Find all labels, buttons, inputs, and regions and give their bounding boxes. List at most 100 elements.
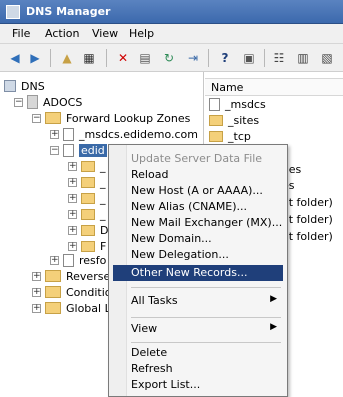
forward-arrow-icon[interactable]: ▶ (26, 49, 44, 67)
folder-icon (81, 176, 95, 188)
list-header[interactable]: Name (205, 78, 343, 96)
delete-icon[interactable]: ✕ (114, 49, 132, 67)
menu-item-new-delegation[interactable]: New Delegation... (113, 247, 283, 263)
tree-server[interactable]: − ADOCS (14, 94, 82, 110)
expand-icon[interactable]: + (32, 287, 41, 297)
tree-child-folder[interactable]: + _ (68, 190, 106, 206)
menu-item-other-new-records[interactable]: Other New Records... (113, 265, 283, 281)
submenu-arrow-icon: ▶ (270, 322, 277, 332)
menu-action[interactable]: Action (45, 27, 79, 40)
collapse-icon[interactable]: − (50, 145, 59, 155)
tree-label: _ (100, 159, 106, 173)
tree-child-folder[interactable]: + D (68, 222, 108, 238)
menu-item-update-server-data-file[interactable]: Update Server Data File (113, 151, 283, 167)
tree-reverse[interactable]: + Reverse (32, 268, 110, 284)
title-bar: DNS Manager (0, 0, 343, 24)
tree-label: _ (100, 191, 106, 205)
folder-icon (81, 192, 95, 204)
dns-manager-icon (6, 5, 20, 19)
menu-item-refresh[interactable]: Refresh (113, 361, 283, 377)
expand-icon[interactable]: + (68, 193, 77, 203)
toolbar-separator (106, 49, 107, 67)
tree-global[interactable]: + Global Lo (32, 300, 117, 316)
tree-label: edid (79, 143, 107, 157)
menu-item-all-tasks[interactable]: All Tasks ▶ (113, 293, 283, 309)
menu-view[interactable]: View (92, 27, 118, 40)
expand-icon[interactable]: + (32, 271, 41, 281)
submenu-arrow-icon: ▶ (270, 294, 277, 304)
menu-item-new-domain[interactable]: New Domain... (113, 231, 283, 247)
folder-icon (209, 130, 223, 142)
toolbar-separator (50, 49, 51, 67)
refresh-icon[interactable]: ↻ (160, 49, 178, 67)
tree-resfo[interactable]: + resfo (50, 252, 106, 268)
collapse-icon[interactable]: − (14, 97, 23, 107)
zone-icon (63, 143, 74, 157)
menu-item-reload[interactable]: Reload (113, 167, 283, 183)
console-icon[interactable]: ▣ (240, 49, 258, 67)
expand-icon[interactable]: + (68, 209, 77, 219)
tree-root-dns[interactable]: DNS (4, 78, 45, 94)
collapse-icon[interactable]: − (32, 113, 41, 123)
tree-label: _ (100, 207, 106, 221)
expand-icon[interactable]: + (32, 303, 41, 313)
details-view-icon[interactable]: ▥ (294, 49, 312, 67)
show-hide-tree-icon[interactable]: ▦ (80, 49, 98, 67)
list-item[interactable]: _sites (209, 112, 259, 128)
menu-item-new-host[interactable]: New Host (A or AAAA)... (113, 183, 283, 199)
export-list-icon[interactable]: ⇥ (184, 49, 202, 67)
folder-icon (45, 112, 61, 124)
menu-separator (131, 342, 281, 343)
server-icon (27, 95, 38, 109)
help-icon[interactable]: ? (216, 49, 234, 67)
zone-icon (209, 97, 220, 111)
list-item[interactable]: _msdcs (209, 96, 266, 112)
list-view-icon[interactable]: ☷ (270, 49, 288, 67)
menu-separator (131, 317, 281, 318)
tree-label: _ (100, 175, 106, 189)
expand-icon[interactable]: + (68, 161, 77, 171)
folder-icon (81, 240, 95, 252)
tree-forward-zones[interactable]: − Forward Lookup Zones (32, 110, 190, 126)
tree-child-folder[interactable]: + _ (68, 174, 106, 190)
zone-icon (63, 127, 74, 141)
expand-icon[interactable]: + (68, 225, 77, 235)
tree-label: Conditio (66, 285, 112, 299)
tree-child-folder[interactable]: + _ (68, 158, 106, 174)
tree-conditional[interactable]: + Conditio (32, 284, 112, 300)
column-name-header[interactable]: Name (211, 81, 243, 94)
dns-icon (4, 80, 16, 92)
menu-file[interactable]: File (12, 27, 30, 40)
expand-icon[interactable]: + (68, 177, 77, 187)
expand-icon[interactable]: + (68, 241, 77, 251)
back-arrow-icon[interactable]: ◀ (6, 49, 24, 67)
tree-child-folder[interactable]: + _ (68, 206, 106, 222)
toolbar-separator (264, 49, 265, 67)
tree-label: Reverse (66, 269, 111, 283)
expand-icon[interactable]: + (50, 255, 59, 265)
expand-icon[interactable]: + (50, 129, 59, 139)
tree-label: ADOCS (43, 95, 83, 109)
menu-help[interactable]: Help (129, 27, 154, 40)
folder-icon (45, 302, 61, 314)
menu-item-view[interactable]: View ▶ (113, 321, 283, 337)
menu-item-new-mail-exchanger[interactable]: New Mail Exchanger (MX)... (113, 215, 283, 231)
folder-icon (45, 270, 61, 282)
window-title: DNS Manager (26, 5, 111, 18)
menu-item-new-alias[interactable]: New Alias (CNAME)... (113, 199, 283, 215)
menu-item-delete[interactable]: Delete (113, 345, 283, 361)
toolbar-separator (208, 49, 209, 67)
tree-zone-msdcs[interactable]: + _msdcs.edidemo.com (50, 126, 198, 142)
filter-icon[interactable]: ▧ (318, 49, 336, 67)
zone-icon (63, 253, 74, 267)
toolbar: ◀ ▶ ▲ ▦ ✕ ▤ ↻ ⇥ ? ▣ ☷ ▥ ▧ (0, 44, 343, 72)
properties-icon[interactable]: ▤ (136, 49, 154, 67)
folder-icon (209, 114, 223, 126)
list-item[interactable]: _tcp (209, 128, 251, 144)
context-menu: Update Server Data File Reload New Host … (108, 144, 288, 397)
up-folder-icon[interactable]: ▲ (58, 49, 76, 67)
menu-item-export-list[interactable]: Export List... (113, 377, 283, 393)
tree-label: F (100, 239, 107, 253)
tree-zone-selected[interactable]: − edid (50, 142, 107, 158)
folder-icon (81, 224, 95, 236)
